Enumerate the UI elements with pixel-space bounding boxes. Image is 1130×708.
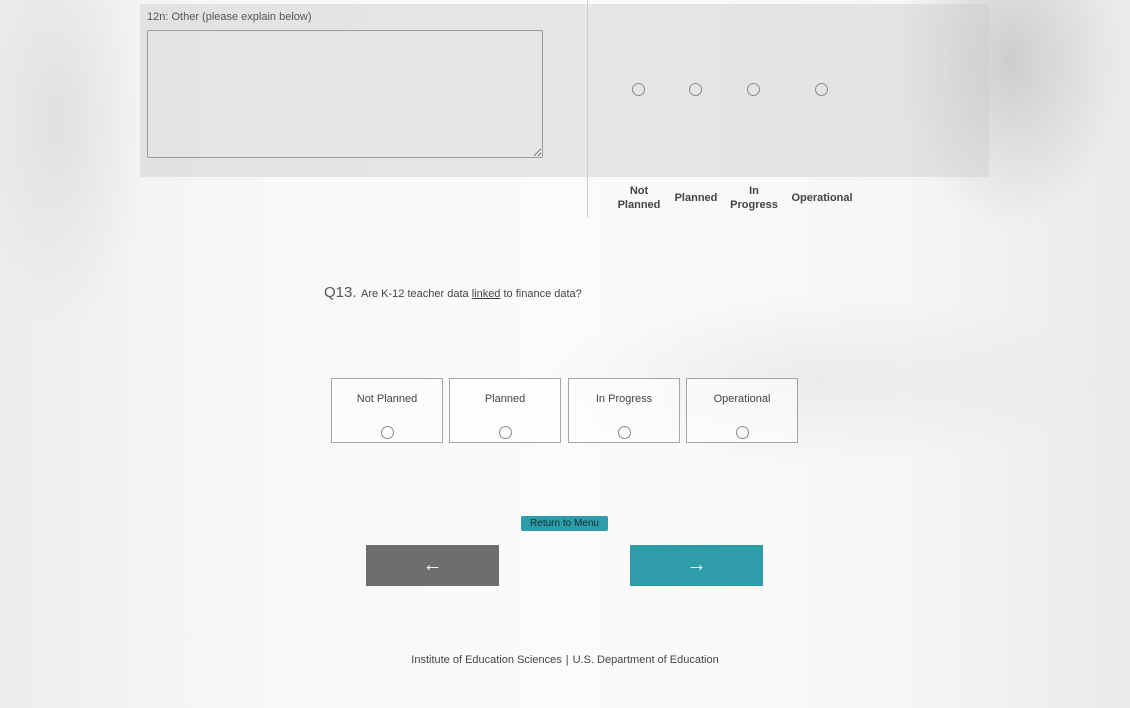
choice-label: In Progress	[595, 393, 653, 405]
choice-not-planned[interactable]: Not Planned	[331, 378, 443, 443]
matrix-row-12n: 12n: Other (please explain below)	[140, 4, 989, 177]
column-header-line: Operational	[791, 192, 853, 204]
back-button[interactable]: ←	[366, 545, 499, 586]
column-header-line: Progress	[730, 199, 778, 211]
question-number: Q13.	[324, 284, 357, 301]
column-header-operational: Operational	[786, 191, 858, 205]
footer-org-ed: U.S. Department of Education	[572, 654, 719, 666]
choice-in-progress[interactable]: In Progress	[568, 378, 680, 443]
other-explanation-textarea[interactable]	[147, 30, 543, 158]
row-label-12n: 12n: Other (please explain below)	[147, 11, 312, 23]
question-text-part: to finance data?	[500, 288, 582, 300]
column-header-planned: Planned	[670, 191, 722, 205]
radio-operational[interactable]	[736, 426, 749, 439]
column-header-not-planned: Not Planned	[612, 184, 666, 212]
column-header-line: In	[749, 185, 759, 197]
next-button[interactable]: →	[630, 545, 763, 586]
choice-label: Operational	[713, 393, 771, 405]
right-arrow-icon: →	[686, 554, 707, 576]
radio-planned[interactable]	[499, 426, 512, 439]
return-to-menu-button[interactable]: Return to Menu	[521, 516, 608, 531]
row12n-radio-not-planned[interactable]	[632, 83, 645, 96]
choice-planned[interactable]: Planned	[449, 378, 561, 443]
column-divider	[587, 0, 588, 218]
choice-label: Planned	[484, 393, 526, 405]
radio-in-progress[interactable]	[618, 426, 631, 439]
question-text: Are K-12 teacher data linked to finance …	[361, 288, 582, 300]
footer-separator: |	[565, 654, 569, 666]
linked-definition-link[interactable]: linked	[472, 288, 501, 300]
choice-label: Not Planned	[356, 393, 418, 405]
radio-not-planned[interactable]	[381, 426, 394, 439]
choice-operational[interactable]: Operational	[686, 378, 798, 443]
column-header-in-progress: In Progress	[727, 184, 781, 212]
row12n-radio-operational[interactable]	[815, 83, 828, 96]
row12n-radio-planned[interactable]	[689, 83, 702, 96]
column-header-line: Planned	[617, 199, 661, 211]
left-arrow-icon: ←	[422, 554, 443, 576]
row12n-radio-in-progress[interactable]	[747, 83, 760, 96]
column-header-line: Planned	[674, 192, 718, 204]
question-text-part: Are K-12 teacher data	[361, 288, 472, 300]
column-header-line: Not	[629, 185, 649, 197]
footer-org-ies: Institute of Education Sciences	[411, 654, 562, 666]
footer: Institute of Education Sciences | U.S. Dep…	[0, 654, 1130, 666]
